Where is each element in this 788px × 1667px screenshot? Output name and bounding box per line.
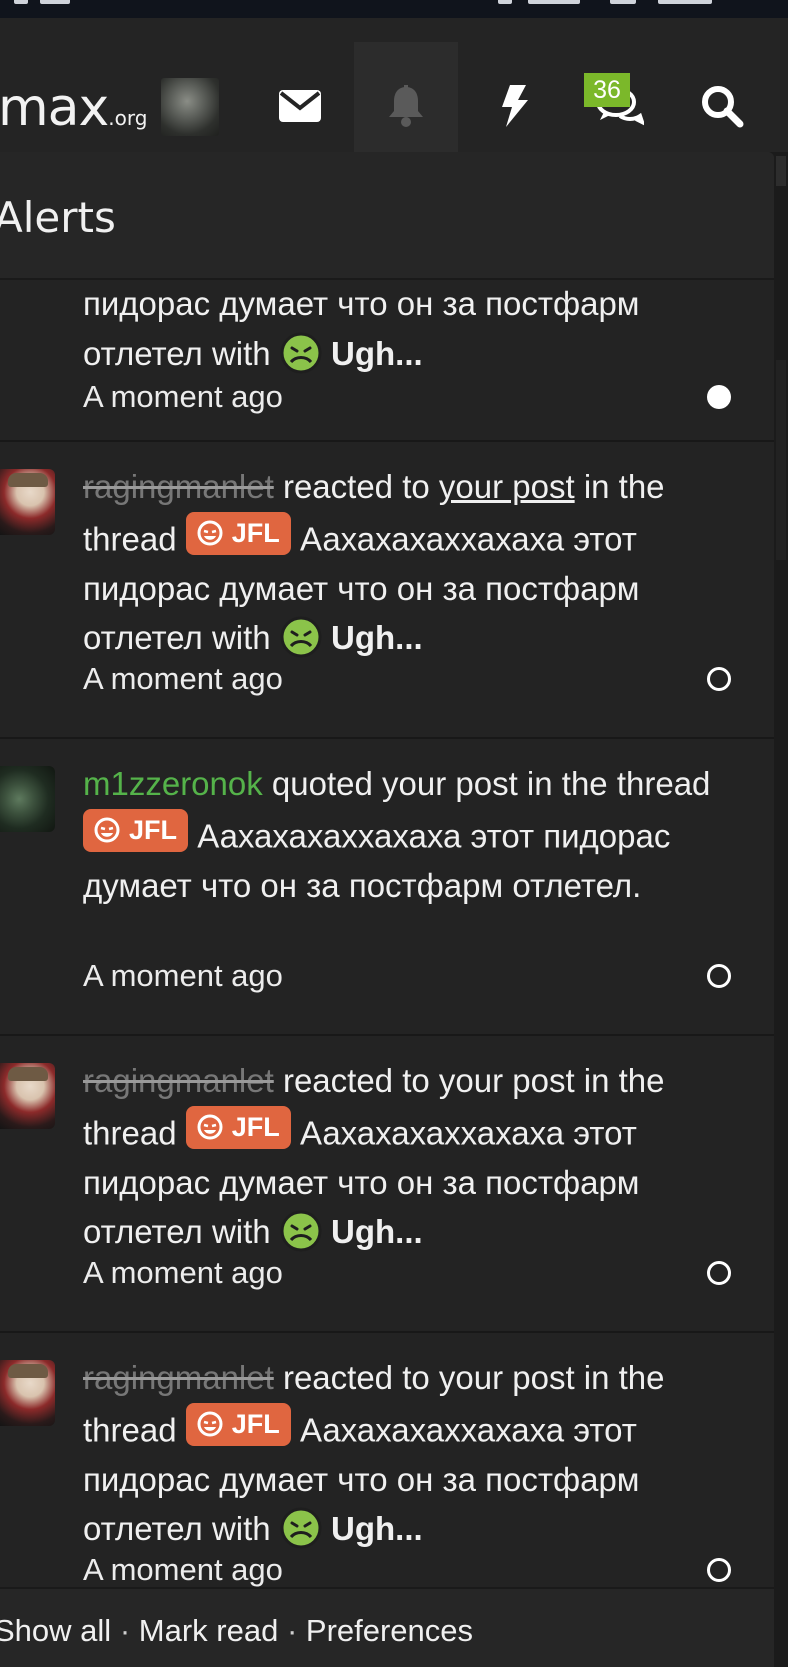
laughing-face-icon: [197, 520, 223, 546]
alert-text: m1zzeronok quoted your post in the threa…: [83, 759, 723, 910]
footer-separator: ·: [119, 1613, 131, 1648]
preferences-link[interactable]: Preferences: [306, 1613, 473, 1648]
alert-text: ragingmanlet reacted to your post in the…: [83, 1056, 723, 1257]
alerts-footer: Show all · Mark read · Preferences: [0, 1587, 774, 1667]
alert-item[interactable]: ragingmanlet reacted to your post in the…: [0, 1333, 774, 1630]
mark-unread-toggle[interactable]: [707, 1558, 731, 1582]
sick-face-icon: [280, 1210, 322, 1252]
alert-time: A moment ago: [83, 379, 283, 414]
page-edge-mark: [776, 360, 786, 560]
bolt-icon: [502, 85, 528, 127]
search-icon: [702, 86, 744, 128]
status-icon: [14, 0, 28, 4]
alerts-button[interactable]: [354, 42, 458, 170]
alerts-title: Alerts: [0, 193, 116, 242]
alert-time: A moment ago: [83, 1255, 283, 1290]
username-link[interactable]: ragingmanlet: [83, 468, 274, 505]
user-avatar[interactable]: [161, 78, 219, 136]
action-text: quoted your post in the: [271, 765, 608, 802]
bell-icon: [389, 85, 423, 127]
laughing-face-icon: [94, 817, 120, 843]
page-edge: [774, 152, 788, 1667]
logo-suffix: .org: [108, 106, 148, 130]
post-link[interactable]: your post: [439, 468, 575, 505]
laughing-face-icon: [197, 1114, 223, 1140]
battery-icon: [658, 0, 712, 4]
mark-unread-toggle[interactable]: [707, 1261, 731, 1285]
username-link[interactable]: ragingmanlet: [83, 1062, 274, 1099]
site-logo[interactable]: max.org: [0, 82, 147, 144]
with-text: with: [211, 1213, 271, 1250]
envelope-icon: [279, 90, 321, 122]
in-thread-text: thread: [83, 1114, 177, 1151]
prefix-label: JFL: [231, 1111, 280, 1142]
prefix-label: JFL: [231, 517, 280, 548]
mark-read-toggle[interactable]: [707, 385, 731, 409]
with-text: with: [211, 619, 271, 656]
alert-text: пидорас думает что он за постфарм отлете…: [83, 282, 723, 378]
thread-prefix: JFL: [185, 511, 291, 555]
whats-new-button[interactable]: [462, 42, 566, 170]
logo-text: max: [0, 78, 109, 138]
footer-separator: ·: [286, 1613, 298, 1648]
alert-item[interactable]: ragingmanlet reacted to your post in the…: [0, 442, 774, 739]
page-edge-mark: [776, 156, 786, 186]
laughing-face-icon: [197, 1411, 223, 1437]
top-navbar: max.org 36: [0, 18, 788, 170]
username-link[interactable]: ragingmanlet: [83, 1359, 274, 1396]
avatar[interactable]: [0, 469, 55, 535]
action-text: reacted to your post in the: [282, 1062, 665, 1099]
alerts-list[interactable]: пидорас думает что он за постфарм отлете…: [0, 282, 774, 1667]
action-text: reacted to your post in the: [282, 1359, 665, 1396]
mark-unread-toggle[interactable]: [707, 667, 731, 691]
alert-item[interactable]: ragingmanlet reacted to your post in the…: [0, 1036, 774, 1333]
alerts-dropdown: Alerts пидорас думает что он за постфарм…: [0, 152, 774, 1667]
reaction-label: Ugh...: [331, 619, 423, 656]
status-bar: [0, 0, 788, 18]
alert-item[interactable]: m1zzeronok quoted your post in the threa…: [0, 739, 774, 1036]
inbox-button[interactable]: [248, 42, 352, 170]
alert-text: ragingmanlet reacted to your post in the…: [83, 462, 723, 663]
mark-unread-toggle[interactable]: [707, 964, 731, 988]
show-all-link[interactable]: Show all: [0, 1613, 111, 1648]
action-text: reacted to: [282, 468, 430, 505]
reaction-label: Ugh...: [331, 334, 423, 372]
conversations-badge: 36: [584, 73, 630, 107]
sick-face-icon: [280, 332, 322, 373]
prefix-label: JFL: [231, 1408, 280, 1439]
mark-read-link[interactable]: Mark read: [139, 1613, 279, 1648]
in-thread-text: thread: [83, 1411, 177, 1448]
status-icon: [40, 0, 70, 4]
signal-icon: [498, 0, 512, 4]
with-text: with: [211, 334, 271, 372]
with-text: with: [211, 1510, 271, 1547]
sick-face-icon: [280, 616, 322, 658]
alert-time: A moment ago: [83, 661, 283, 696]
username-link[interactable]: m1zzeronok: [83, 765, 263, 802]
search-button[interactable]: [670, 42, 774, 170]
reaction-label: Ugh...: [331, 1510, 423, 1547]
alert-text: ragingmanlet reacted to your post in the…: [83, 1353, 723, 1554]
footer-links: Show all · Mark read · Preferences: [0, 1611, 473, 1651]
prefix-label: JFL: [129, 814, 178, 845]
avatar[interactable]: [0, 1063, 55, 1129]
thread-prefix: JFL: [185, 1402, 291, 1446]
in-thread-text: thread: [616, 765, 711, 802]
sick-face-icon: [280, 1507, 322, 1549]
network-icon: [528, 0, 580, 4]
reaction-label: Ugh...: [331, 1213, 423, 1250]
avatar[interactable]: [0, 1360, 55, 1426]
alerts-header: Alerts: [0, 152, 774, 280]
thread-prefix: JFL: [185, 1105, 291, 1149]
alert-time: A moment ago: [83, 1552, 283, 1587]
alert-time: A moment ago: [83, 958, 283, 993]
thread-prefix: JFL: [83, 808, 189, 852]
alert-item[interactable]: пидорас думает что он за постфарм отлете…: [0, 282, 774, 442]
mute-icon: [610, 0, 636, 4]
avatar[interactable]: [0, 766, 55, 832]
